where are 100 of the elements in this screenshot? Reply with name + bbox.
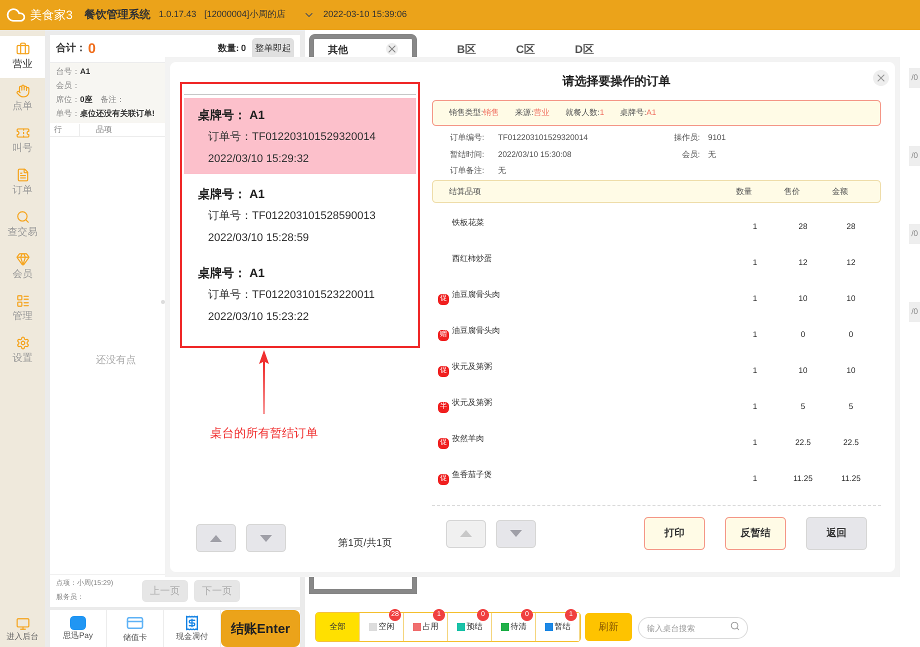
item-name: 西红柿炒蛋 bbox=[452, 253, 493, 265]
item-amount: 12 bbox=[846, 257, 856, 269]
column-header: 数量 bbox=[735, 186, 753, 198]
sidebar-icon bbox=[16, 84, 30, 98]
filter-tab[interactable]: 全部 bbox=[316, 613, 360, 641]
action-button[interactable]: 返回 bbox=[806, 517, 867, 550]
action-button[interactable]: 打印 bbox=[644, 517, 705, 550]
detail-value: 9101 bbox=[708, 132, 726, 144]
item-price: 5 bbox=[800, 401, 806, 413]
detail-value: TF012203101529320014 bbox=[498, 132, 588, 144]
total-label: 合计： bbox=[56, 42, 86, 56]
item-amount: 10 bbox=[846, 293, 856, 305]
column-header: 结算品项 bbox=[449, 186, 482, 198]
search-field[interactable]: 输入桌台搜索 bbox=[638, 617, 748, 640]
info-text: 会员： bbox=[56, 80, 80, 92]
sidebar-item[interactable]: 营业 bbox=[0, 36, 45, 78]
area-tab[interactable]: B区 bbox=[457, 34, 476, 58]
detail-value: 无 bbox=[708, 148, 716, 161]
item-amount: 22.5 bbox=[842, 437, 860, 449]
total-value: 0 bbox=[88, 39, 96, 58]
page-down-button[interactable] bbox=[496, 520, 536, 548]
column-header: 金额 bbox=[831, 186, 849, 198]
item-quantity: 1 bbox=[752, 329, 758, 341]
order-item[interactable]: 桌牌号： A1 订单号：TF012203101529320014 2022/03/10 15:29:32 bbox=[184, 98, 416, 174]
up-triangle-icon bbox=[460, 530, 472, 537]
item-name: 状元及第粥 bbox=[452, 397, 493, 409]
item-amount: 11.25 bbox=[840, 473, 862, 485]
detail-label: 订单备注: bbox=[450, 165, 486, 178]
sidebar-icon bbox=[16, 126, 30, 140]
item-quantity: 1 bbox=[752, 221, 758, 233]
close-icon[interactable] bbox=[873, 70, 889, 86]
item-name: 油豆腐骨头肉 bbox=[452, 325, 501, 337]
monitor-icon bbox=[16, 617, 30, 631]
column-header: 行 bbox=[50, 124, 80, 136]
page-up-button[interactable] bbox=[196, 524, 236, 552]
version: 1.0.17.43 bbox=[158, 8, 196, 22]
checkout-button[interactable]: 结账Enter bbox=[221, 610, 300, 647]
down-triangle-icon bbox=[260, 534, 272, 542]
item-quantity: 1 bbox=[752, 257, 758, 269]
item-name: 孜然羊肉 bbox=[452, 433, 485, 445]
item-amount: 0 bbox=[848, 329, 854, 341]
item-quantity: 1 bbox=[752, 437, 758, 449]
store-name: [12000004]小周的店 bbox=[204, 8, 286, 22]
remark-label: 备注： bbox=[100, 94, 124, 106]
page-down-button[interactable] bbox=[246, 524, 286, 552]
summary-text: 桌牌号:A1 bbox=[620, 107, 656, 119]
action-button[interactable]: 反暂结 bbox=[725, 517, 786, 550]
item-price: 28 bbox=[798, 221, 808, 233]
close-icon[interactable] bbox=[386, 43, 398, 55]
item-price: 12 bbox=[798, 257, 808, 269]
item-price: 10 bbox=[798, 293, 808, 305]
detail-label: 订单编号: bbox=[450, 132, 486, 144]
detail-label: 操作员: bbox=[672, 132, 700, 144]
item-name: 鱼香茄子煲 bbox=[452, 469, 493, 481]
item-quantity: 1 bbox=[752, 293, 758, 305]
annotation-text: 桌台的所有暂结订单 bbox=[210, 425, 318, 442]
item-name: 状元及第粥 bbox=[452, 361, 493, 373]
up-triangle-icon bbox=[210, 534, 222, 542]
item-quantity: 1 bbox=[752, 401, 758, 413]
page-indicator: 第1页/共1页 bbox=[338, 536, 392, 550]
item-price: 22.5 bbox=[794, 437, 812, 449]
start-all-button[interactable]: 整单即起 bbox=[252, 38, 294, 60]
receipt-icon bbox=[184, 614, 200, 630]
info-text: 单号：桌位还没有关联订单! bbox=[56, 108, 155, 120]
sidebar-icon bbox=[16, 168, 30, 182]
summary-text: 就餐人数:1 bbox=[565, 107, 604, 119]
item-quantity: 1 bbox=[752, 365, 758, 377]
info-text: 席位：0座 bbox=[56, 94, 92, 106]
sidebar-icon bbox=[16, 294, 30, 308]
sidebar-icon bbox=[16, 336, 30, 350]
item-amount: 28 bbox=[846, 221, 856, 233]
app-name: 美食家3 bbox=[30, 7, 73, 24]
summary-text: 来源:营业 bbox=[515, 107, 550, 119]
detail-label: 暂结时间: bbox=[450, 148, 486, 161]
detail-label: 会员: bbox=[680, 148, 700, 161]
item-price: 0 bbox=[800, 329, 806, 341]
item-amount: 10 bbox=[846, 365, 856, 377]
quantity-value: 0 bbox=[240, 42, 246, 55]
sidebar-icon bbox=[16, 252, 30, 266]
sidebar-icon bbox=[16, 42, 30, 56]
detail-value: 无 bbox=[498, 165, 506, 178]
sidebar-icon bbox=[16, 210, 30, 224]
arrow-drawing bbox=[258, 350, 270, 414]
info-text: 台号：A1 bbox=[56, 66, 90, 78]
down-triangle-icon bbox=[510, 530, 522, 537]
item-quantity: 1 bbox=[752, 473, 758, 485]
payment-button[interactable]: 思迅Pay bbox=[50, 610, 107, 647]
backend-button[interactable]: 进入后台 bbox=[0, 617, 45, 643]
column-header: 品项 bbox=[95, 124, 113, 136]
item-price: 10 bbox=[798, 365, 808, 377]
area-tab[interactable]: C区 bbox=[516, 34, 535, 58]
system-name: 餐饮管理系统 bbox=[84, 8, 151, 23]
refresh-button[interactable]: 刷新 bbox=[585, 613, 632, 641]
summary-text: 销售类型:销售 bbox=[449, 107, 500, 119]
area-tab[interactable]: D区 bbox=[574, 34, 594, 58]
payment-button[interactable]: 储值卡 bbox=[107, 610, 164, 647]
item-amount: 5 bbox=[848, 401, 854, 413]
item-price: 11.25 bbox=[792, 473, 814, 485]
item-name: 油豆腐骨头肉 bbox=[452, 289, 501, 301]
dialog-title: 请选择要操作的订单 bbox=[561, 73, 672, 90]
